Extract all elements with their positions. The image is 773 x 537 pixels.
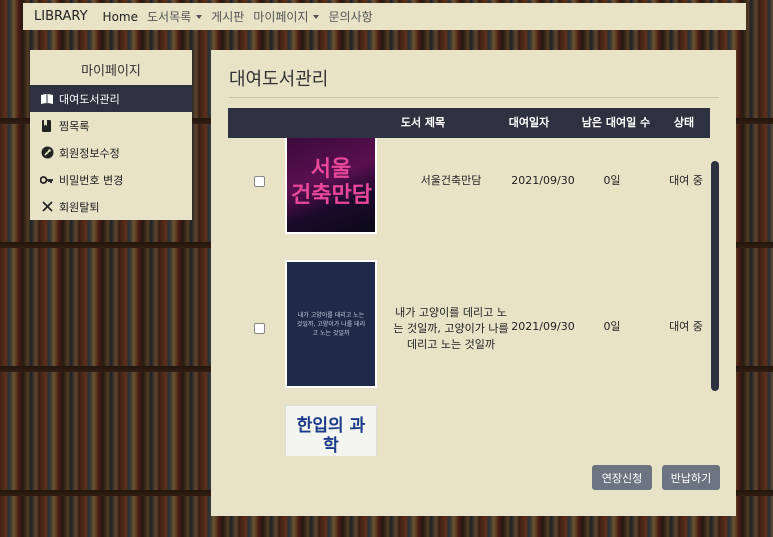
rental-table-body[interactable]: 서울 건축만담 서울건축만담 2021/09/30 0일 대여 중 내가 고양이…: [228, 138, 710, 456]
table-scrollbar[interactable]: [711, 161, 719, 391]
brand-logo[interactable]: LIBRARY: [34, 9, 88, 24]
nav-home[interactable]: Home: [103, 10, 138, 24]
nav-mypage-label: 마이페이지: [253, 10, 309, 24]
title-divider: [229, 97, 719, 98]
table-row: 한입의 과학: [228, 396, 710, 456]
status-text: 대여 중: [669, 174, 703, 187]
book-cover-image[interactable]: 한입의 과학: [285, 405, 377, 456]
sidebar-item-label: 찜목록: [59, 119, 90, 133]
status-text: 대여 중: [669, 320, 703, 333]
main-panel: 대여도서관리 도서 제목 대여일자 남은 대여일 수 상태 서울 건축만담 서울…: [211, 50, 736, 516]
sidebar-item-label: 회원탈퇴: [59, 200, 100, 214]
checkbox-box: [254, 176, 265, 187]
sidebar-item-withdraw[interactable]: 회원탈퇴: [30, 193, 192, 220]
sidebar-item-label: 회원정보수정: [59, 146, 120, 160]
column-header-status: 상태: [673, 116, 695, 129]
key-icon: [40, 173, 54, 187]
remaining-days: 0일: [603, 174, 621, 187]
checkbox-box: [254, 323, 265, 334]
rental-date: 2021/09/30: [511, 319, 575, 333]
chevron-down-icon: [196, 14, 203, 19]
rental-date: 2021/09/30: [511, 173, 575, 187]
column-header-title: 도서 제목: [400, 116, 446, 129]
book-cover-image[interactable]: 내가 고양이를 데리고 노는 것일까, 고양이가 나를 데리고 노는 것일까: [285, 260, 377, 388]
sidebar-item-label: 비밀번호 변경: [59, 173, 124, 187]
book-cover-text: 서울 건축만담: [291, 157, 372, 208]
book-title: 서울건축만담: [420, 174, 482, 187]
book-title: 내가 고양이를 데리고 노는 것일까, 고양이가 나를 데리고 노는 것일까: [393, 306, 509, 351]
page-title: 대여도서관리: [229, 69, 329, 90]
sidebar-item-edit-profile[interactable]: 회원정보수정: [30, 139, 192, 166]
sidebar-item-change-password[interactable]: 비밀번호 변경: [30, 166, 192, 193]
sidebar-item-wishlist[interactable]: 찜목록: [30, 112, 192, 139]
nav-mypage[interactable]: 마이페이지: [253, 8, 320, 25]
sidebar-title: 마이페이지: [81, 64, 141, 79]
table-header: 도서 제목 대여일자 남은 대여일 수 상태: [228, 108, 710, 138]
table-row: 내가 고양이를 데리고 노는 것일까, 고양이가 나를 데리고 노는 것일까 내…: [228, 248, 710, 390]
nav-book-list-label: 도서목록: [146, 10, 192, 24]
return-button[interactable]: 반납하기: [662, 465, 720, 490]
row-checkbox[interactable]: [254, 176, 265, 187]
bookmark-icon: [40, 119, 54, 133]
column-header-date: 대여일자: [508, 116, 550, 129]
nav-board[interactable]: 게시판: [211, 8, 244, 25]
sidebar-item-label: 대여도서관리: [59, 92, 120, 106]
top-navbar: LIBRARY Home 도서목록 게시판 마이페이지 문의사항: [23, 3, 746, 30]
table-row: 서울 건축만담 서울건축만담 2021/09/30 0일 대여 중: [228, 138, 710, 248]
book-open-icon: [40, 92, 54, 106]
book-cover-image[interactable]: 서울 건축만담: [285, 138, 377, 234]
close-icon: [40, 200, 54, 214]
column-header-remaining: 남은 대여일 수: [581, 116, 651, 129]
mypage-sidebar: 마이페이지 대여도서관리 찜목록 회원정보수정 비밀번호 변경 회원탈퇴: [30, 50, 192, 220]
remaining-days: 0일: [603, 320, 621, 333]
chevron-down-icon: [313, 14, 320, 19]
book-cover-text: 내가 고양이를 데리고 노는 것일까, 고양이가 나를 데리고 노는 것일까: [296, 311, 366, 337]
book-cover-text: 한입의 과학: [296, 416, 366, 456]
nav-board-label: 게시판: [211, 10, 245, 24]
row-checkbox[interactable]: [254, 323, 265, 334]
nav-inquiry[interactable]: 문의사항: [328, 8, 372, 25]
sidebar-item-rental-management[interactable]: 대여도서관리: [30, 85, 192, 112]
nav-home-label: Home: [102, 9, 138, 24]
nav-inquiry-label: 문의사항: [328, 10, 373, 24]
extend-button[interactable]: 연장신청: [592, 465, 652, 490]
wrench-icon: [40, 146, 54, 160]
nav-book-list[interactable]: 도서목록: [146, 8, 203, 25]
